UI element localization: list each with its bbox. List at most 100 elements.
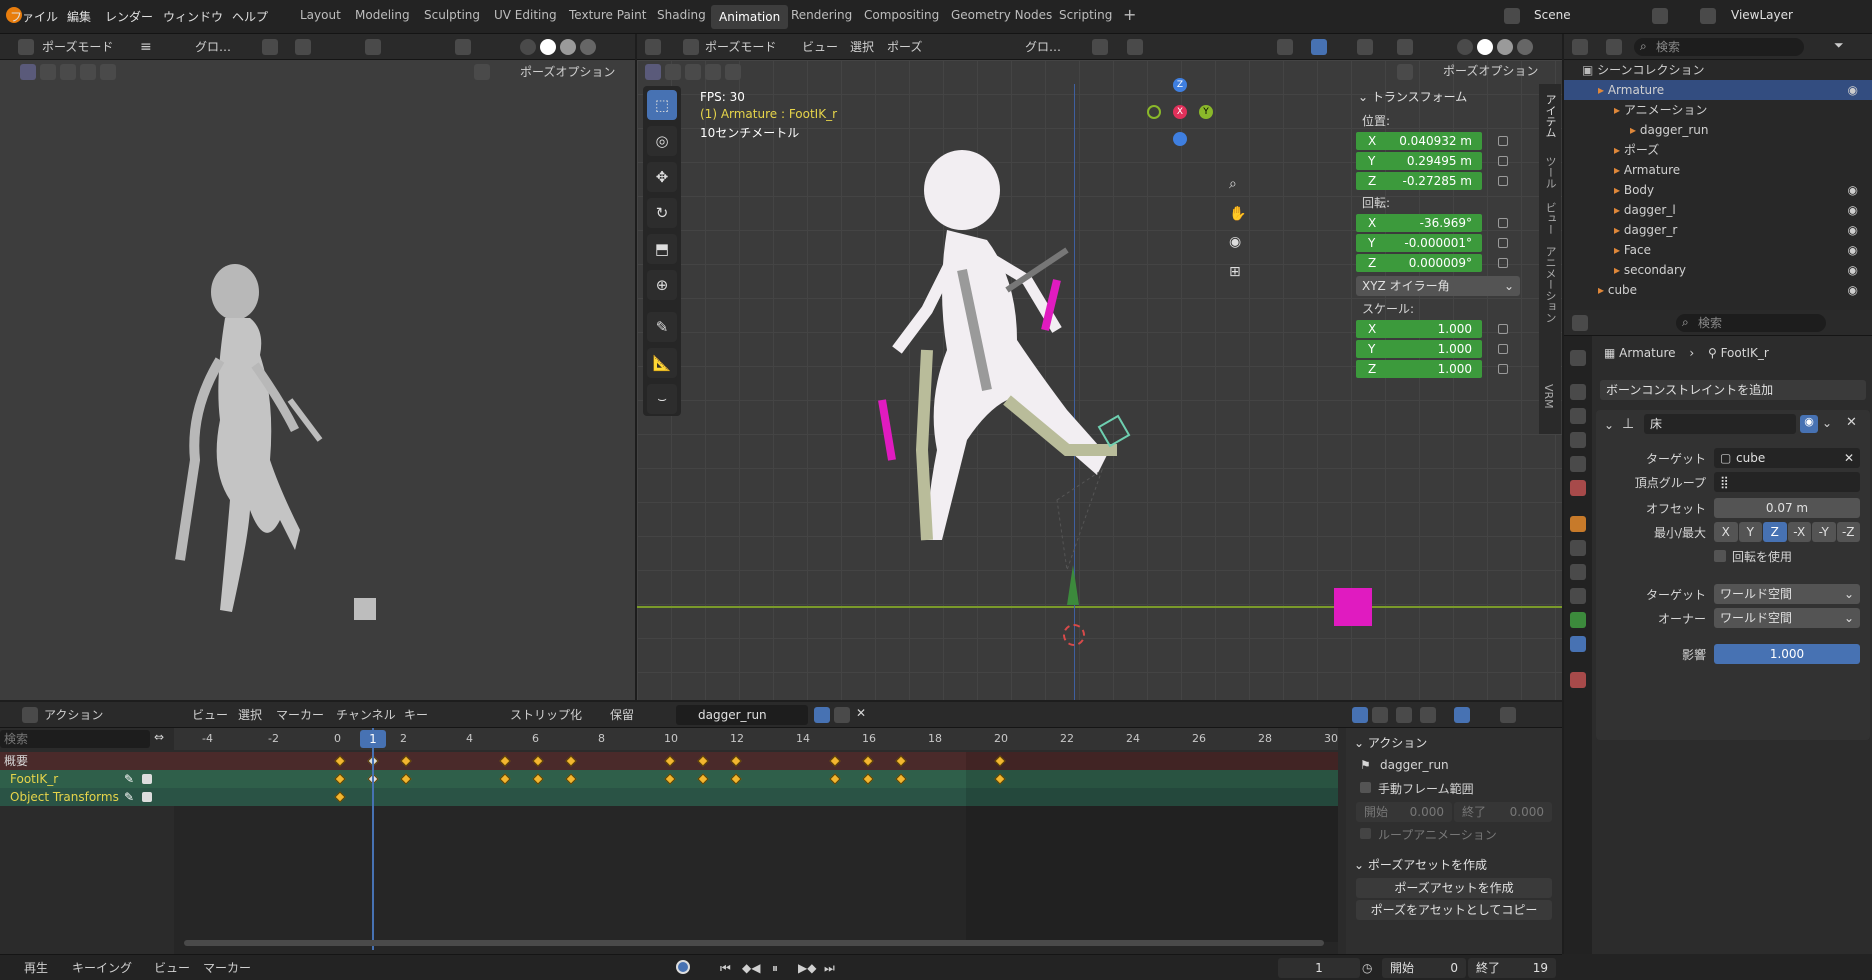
axis-x-button[interactable]: X — [1714, 522, 1738, 542]
tab-layout[interactable]: Layout — [300, 8, 341, 22]
camera-view-icon[interactable]: ◉ — [1229, 234, 1241, 250]
menu-help[interactable]: ヘルプ — [232, 8, 268, 25]
gizmo-icon[interactable] — [474, 64, 490, 80]
only-selected-icon[interactable] — [1352, 707, 1368, 723]
left-transform-orientation[interactable]: グロ… — [195, 38, 231, 56]
navigation-gizmo[interactable]: Z Y X — [1145, 78, 1215, 148]
menu-edit[interactable]: 編集 — [67, 8, 91, 25]
eye-icon[interactable]: ◉ — [1848, 180, 1858, 200]
location-x-field[interactable]: X 0.040932 m — [1356, 132, 1482, 150]
pivot-icon[interactable] — [1092, 39, 1108, 55]
view-layer-name[interactable]: ViewLayer — [1731, 8, 1793, 22]
rotation-y-field[interactable]: Y -0.000001° — [1356, 234, 1482, 252]
dopesheet-editor-icon[interactable] — [22, 707, 38, 723]
tab-rendering[interactable]: Rendering — [791, 8, 852, 22]
checkbox-icon[interactable] — [142, 774, 152, 784]
channel-object-transforms[interactable]: Object Transforms ✎ — [0, 788, 174, 806]
pivot-icon[interactable] — [262, 39, 278, 55]
playback-menu[interactable]: 再生 — [24, 959, 48, 977]
select-box-icon[interactable] — [645, 64, 661, 80]
axis-z-button[interactable]: Z — [1763, 522, 1787, 542]
outliner-item[interactable]: ▸ Body ◉ — [1564, 180, 1872, 200]
scale-y-field[interactable]: Y 1.000 — [1356, 340, 1482, 358]
location-z-field[interactable]: Z -0.27285 m — [1356, 172, 1482, 190]
tab-sculpting[interactable]: Sculpting — [424, 8, 480, 22]
axis-neg-y-button[interactable]: -Y — [1812, 522, 1836, 542]
prev-keyframe-icon[interactable]: ◆◀ — [742, 959, 760, 977]
select-mode-icon[interactable] — [685, 64, 701, 80]
solid-shading-icon[interactable] — [1477, 39, 1493, 55]
rendered-shading-icon[interactable] — [580, 39, 596, 55]
properties-editor-icon[interactable] — [1572, 315, 1588, 331]
modifier-tab-icon[interactable] — [1570, 540, 1586, 556]
unlink-action-icon[interactable]: ✕ — [856, 706, 866, 720]
transform-tool-icon[interactable]: ⊕ — [647, 270, 677, 300]
cube-object[interactable] — [1334, 588, 1372, 626]
filter-icon[interactable]: ⏷ — [1834, 38, 1844, 53]
pan-hand-icon[interactable]: ✋ — [1229, 206, 1246, 222]
vertex-group-field[interactable]: ⣿ — [1714, 472, 1860, 492]
view-layer-tab-icon[interactable] — [1570, 432, 1586, 448]
loop-checkbox[interactable] — [1360, 828, 1371, 839]
render-tab-icon[interactable] — [1570, 384, 1586, 400]
lock-icon[interactable] — [1498, 156, 1508, 166]
wrench-icon[interactable]: ✎ — [124, 788, 134, 806]
create-pose-asset-button[interactable]: ポーズアセットを作成 — [1356, 878, 1552, 898]
tab-view[interactable]: ビュー — [1542, 202, 1558, 235]
playhead[interactable] — [372, 728, 374, 950]
measure-tool-icon[interactable]: 📐 — [647, 348, 677, 378]
menu-pose[interactable]: ポーズ — [887, 38, 922, 56]
overlay-icon[interactable] — [1357, 39, 1373, 55]
rotation-z-field[interactable]: Z 0.000009° — [1356, 254, 1482, 272]
record-icon[interactable] — [676, 960, 690, 974]
select-tool-icon[interactable]: ⬚ — [647, 90, 677, 120]
select-mode-icon[interactable] — [725, 64, 741, 80]
stash-button[interactable]: 保留 — [596, 706, 634, 724]
outliner-item[interactable]: ▸ secondary ◉ — [1564, 260, 1872, 280]
scale-z-field[interactable]: Z 1.000 — [1356, 360, 1482, 378]
wrench-icon[interactable]: ✎ — [124, 770, 134, 788]
fake-user-icon[interactable] — [814, 707, 830, 723]
pause-icon[interactable]: ⏸ — [772, 959, 778, 977]
cursor-tool-icon[interactable]: ◎ — [647, 126, 677, 156]
bone-constraint-tab-icon[interactable] — [1570, 636, 1586, 652]
object-tab-icon[interactable] — [1570, 516, 1586, 532]
wireframe-shading-icon[interactable] — [520, 39, 536, 55]
tool-tab-icon[interactable] — [1570, 350, 1586, 366]
move-tool-icon[interactable]: ✥ — [647, 162, 677, 192]
axis-neg-z-button[interactable]: -Z — [1836, 522, 1860, 542]
menu-render[interactable]: レンダー — [105, 8, 153, 25]
view-layer-icon[interactable] — [1700, 8, 1716, 24]
scale-tool-icon[interactable]: ⬒ — [647, 234, 677, 264]
lock-icon[interactable] — [1498, 218, 1508, 228]
ds-menu-select[interactable]: 選択 — [238, 706, 262, 724]
offset-field[interactable]: 0.07 m — [1714, 498, 1860, 518]
hamburger-icon[interactable]: ≡ — [140, 38, 152, 56]
select-mode-icon[interactable] — [100, 64, 116, 80]
channel-summary[interactable]: 概要 — [0, 752, 174, 770]
eye-icon[interactable]: ◉ — [1848, 200, 1858, 220]
close-icon[interactable]: ✕ — [1846, 415, 1857, 430]
use-rotation-checkbox[interactable] — [1714, 550, 1726, 562]
material-shading-icon[interactable] — [1497, 39, 1513, 55]
eye-icon[interactable]: ◉ — [1848, 240, 1858, 260]
main-pose-options[interactable]: ポーズオプション — [1443, 62, 1538, 80]
world-tab-icon[interactable] — [1570, 480, 1586, 496]
outliner-search-input[interactable]: 検索 — [1634, 38, 1804, 56]
outliner-editor-icon[interactable] — [1572, 39, 1588, 55]
rotation-mode-select[interactable]: XYZ オイラー角 ⌄ — [1356, 276, 1520, 296]
ds-menu-view[interactable]: ビュー — [192, 706, 228, 724]
collapse-chevron-icon[interactable]: ⌄ — [1604, 418, 1614, 432]
ortho-grid-icon[interactable]: ⊞ — [1229, 264, 1241, 280]
influence-slider[interactable]: 1.000 — [1714, 644, 1860, 664]
snap-icon[interactable] — [295, 39, 311, 55]
target-object-field[interactable]: cube ▢ ✕ — [1714, 448, 1860, 468]
pb-view-menu[interactable]: ビュー — [154, 959, 190, 977]
lock-icon[interactable] — [1498, 344, 1508, 354]
lock-icon[interactable] — [1498, 364, 1508, 374]
rotation-x-field[interactable]: X -36.969° — [1356, 214, 1482, 232]
output-tab-icon[interactable] — [1570, 408, 1586, 424]
gizmo-icon[interactable] — [1397, 64, 1413, 80]
start-field[interactable]: 開始 0 — [1382, 958, 1466, 978]
tab-uv-editing[interactable]: UV Editing — [494, 8, 557, 22]
